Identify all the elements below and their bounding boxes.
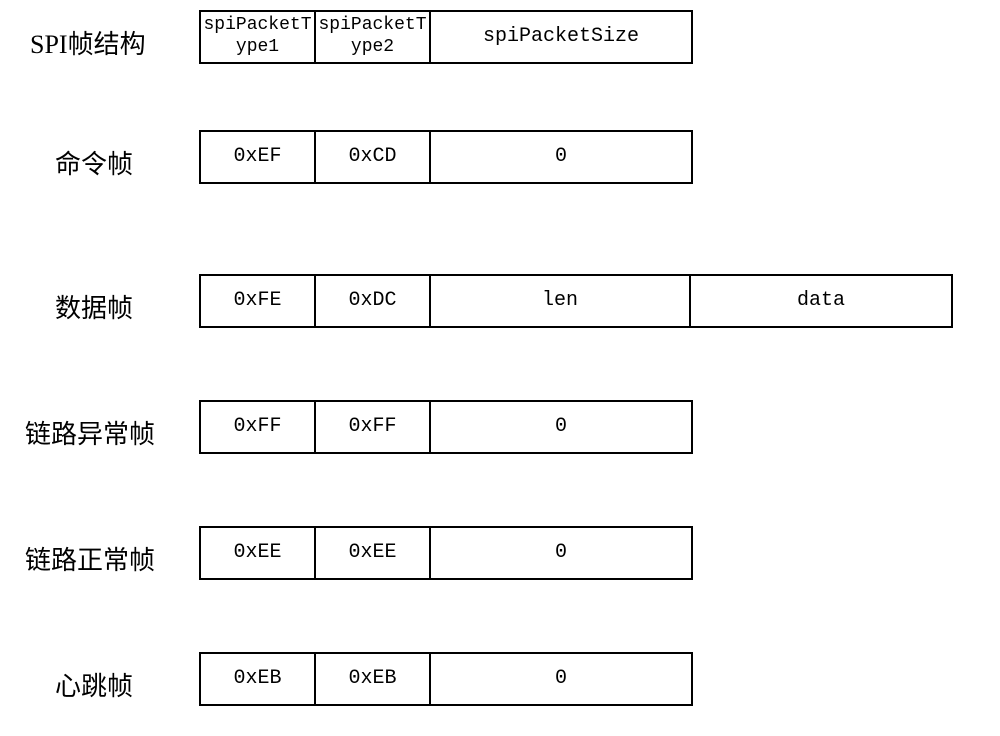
cell-spi-type2: spiPacketT ype2 — [316, 12, 431, 62]
cell-hb-2: 0 — [431, 654, 691, 704]
row-link-abnormal-frame: 链路异常帧 0xFF 0xFF 0 — [0, 398, 1000, 456]
label-link-normal-frame: 链路正常帧 — [25, 540, 155, 577]
frame-link-normal-frame: 0xEE 0xEE 0 — [199, 526, 693, 580]
cell-data-1: 0xDC — [316, 276, 431, 326]
row-link-normal-frame: 链路正常帧 0xEE 0xEE 0 — [0, 524, 1000, 582]
cell-linkerr-0: 0xFF — [201, 402, 316, 452]
cell-data-2: len — [431, 276, 691, 326]
frame-spi-structure: spiPacketT ype1 spiPacketT ype2 spiPacke… — [199, 10, 693, 64]
cell-text: spiPacketT — [318, 15, 426, 37]
cell-hb-0: 0xEB — [201, 654, 316, 704]
label-spi-structure: SPI帧结构 — [30, 24, 146, 61]
frame-link-abnormal-frame: 0xFF 0xFF 0 — [199, 400, 693, 454]
cell-data-3: data — [691, 276, 951, 326]
row-command-frame: 命令帧 0xEF 0xCD 0 — [0, 128, 1000, 186]
cell-cmd-0: 0xEF — [201, 132, 316, 182]
label-command-frame: 命令帧 — [55, 144, 133, 181]
frame-heartbeat-frame: 0xEB 0xEB 0 — [199, 652, 693, 706]
cell-text: ype2 — [351, 37, 394, 59]
cell-cmd-2: 0 — [431, 132, 691, 182]
label-data-frame: 数据帧 — [55, 288, 133, 325]
frame-data-frame: 0xFE 0xDC len data — [199, 274, 953, 328]
cell-text: ype1 — [236, 37, 279, 59]
label-heartbeat-frame: 心跳帧 — [55, 666, 133, 703]
label-link-abnormal-frame: 链路异常帧 — [25, 414, 155, 451]
cell-linkerr-1: 0xFF — [316, 402, 431, 452]
row-spi-structure: SPI帧结构 spiPacketT ype1 spiPacketT ype2 s… — [0, 8, 1000, 66]
cell-data-0: 0xFE — [201, 276, 316, 326]
cell-linkerr-2: 0 — [431, 402, 691, 452]
cell-hb-1: 0xEB — [316, 654, 431, 704]
frame-command-frame: 0xEF 0xCD 0 — [199, 130, 693, 184]
cell-linkok-1: 0xEE — [316, 528, 431, 578]
cell-text: spiPacketT — [203, 15, 311, 37]
row-heartbeat-frame: 心跳帧 0xEB 0xEB 0 — [0, 650, 1000, 708]
row-data-frame: 数据帧 0xFE 0xDC len data — [0, 272, 1000, 330]
cell-linkok-2: 0 — [431, 528, 691, 578]
cell-spi-type1: spiPacketT ype1 — [201, 12, 316, 62]
cell-spi-size: spiPacketSize — [431, 12, 691, 62]
cell-cmd-1: 0xCD — [316, 132, 431, 182]
cell-linkok-0: 0xEE — [201, 528, 316, 578]
